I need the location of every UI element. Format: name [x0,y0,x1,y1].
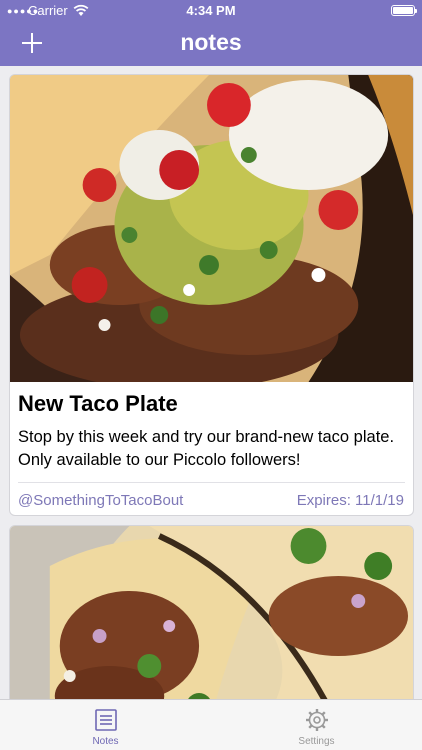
note-title: New Taco Plate [18,391,178,416]
tab-bar: Notes Settings [0,699,422,750]
note-card[interactable] [9,525,414,725]
tab-notes-label: Notes [92,736,119,747]
note-body: Stop by this week and try our brand-new … [18,428,395,469]
card-divider [18,482,405,483]
expiration-date: Expires: 11/1/19 [296,492,404,509]
taco-photo [10,526,413,724]
note-card[interactable]: New Taco Plate Stop by this week and try… [9,74,414,516]
navigation-bar: ●●●●● Carrier 4:34 PM notes [0,0,422,66]
author-link[interactable]: @SomethingToTacoBout [18,492,183,509]
tab-notes[interactable]: Notes [0,700,211,750]
notes-icon [95,709,117,731]
taco-photo [10,75,413,382]
status-time: 4:34 PM [186,3,236,18]
battery-icon [391,5,417,16]
gear-icon [306,709,328,731]
page-title: notes [180,29,242,55]
tab-settings[interactable]: Settings [211,700,422,750]
tab-settings-label: Settings [298,736,335,747]
status-bar: ●●●●● Carrier 4:34 PM [0,0,422,22]
